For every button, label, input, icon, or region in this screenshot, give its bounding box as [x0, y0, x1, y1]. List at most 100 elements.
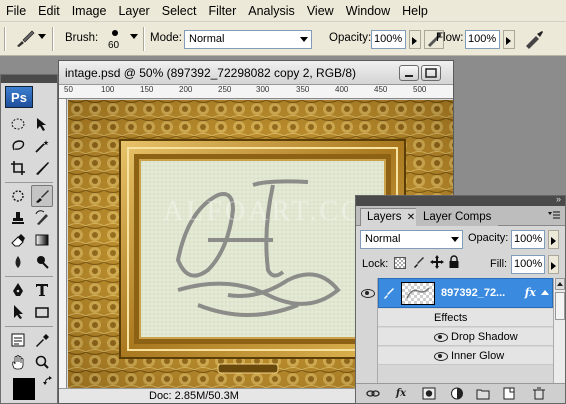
effects-header-row[interactable]: Effects: [378, 309, 553, 327]
brush-picker-dropdown-icon[interactable]: [130, 34, 138, 39]
brush-preview-icon[interactable]: [108, 26, 122, 40]
history-brush-icon[interactable]: [31, 207, 53, 229]
brush-tool-icon[interactable]: [31, 185, 53, 207]
menu-image[interactable]: Image: [66, 0, 113, 22]
type-tool-icon[interactable]: [31, 279, 53, 301]
fill-input[interactable]: 100%: [511, 255, 545, 274]
link-layers-icon[interactable]: [366, 387, 380, 400]
move-tool-icon[interactable]: [31, 113, 53, 135]
eye-icon[interactable]: [360, 288, 376, 298]
fill-value: 100%: [514, 258, 543, 270]
options-bar: Brush: 60 Mode: Normal Opacity: 100% Flo…: [0, 22, 566, 56]
layer-thumbnail[interactable]: [401, 282, 435, 305]
zoom-tool-icon[interactable]: [31, 351, 53, 373]
layers-scrollbar[interactable]: [553, 278, 565, 384]
add-mask-icon[interactable]: [422, 387, 436, 400]
ruler-label: 350: [296, 85, 310, 94]
path-selection-icon[interactable]: [7, 301, 29, 323]
pen-tool-icon[interactable]: [7, 279, 29, 301]
eraser-tool-icon[interactable]: [7, 229, 29, 251]
menu-file[interactable]: File: [0, 0, 32, 22]
photoshop-logo[interactable]: Ps: [5, 86, 33, 108]
foreground-color-swatch[interactable]: [13, 378, 35, 400]
healing-brush-icon[interactable]: [7, 185, 29, 207]
marquee-tool-icon[interactable]: [7, 113, 29, 135]
panel-menu-icon[interactable]: [547, 210, 561, 222]
menu-window[interactable]: Window: [340, 0, 396, 22]
flow-slider-button[interactable]: [503, 30, 515, 49]
maximize-button[interactable]: [421, 65, 441, 81]
ruler-label: 200: [179, 85, 193, 94]
effect-row-inner-glow[interactable]: Inner Glow: [378, 347, 553, 365]
adjustment-layer-icon[interactable]: [450, 387, 464, 400]
menu-filter[interactable]: Filter: [202, 0, 242, 22]
document-titlebar[interactable]: intage.psd @ 50% (897392_72298082 copy 2…: [59, 61, 453, 85]
ruler-label: 500: [413, 85, 427, 94]
layer-name[interactable]: 897392_72...: [441, 287, 505, 299]
menu-edit[interactable]: Edit: [32, 0, 66, 22]
clone-stamp-icon[interactable]: [7, 207, 29, 229]
lock-label: Lock:: [362, 258, 389, 270]
blend-mode-select[interactable]: Normal: [360, 230, 463, 249]
mode-select[interactable]: Normal: [184, 30, 312, 49]
menu-analysis[interactable]: Analysis: [242, 0, 301, 22]
vertical-ruler: [59, 99, 67, 389]
close-icon[interactable]: ✕: [407, 212, 415, 223]
eye-icon[interactable]: [433, 351, 449, 361]
collapse-effects-icon[interactable]: [541, 290, 549, 295]
magic-wand-icon[interactable]: [31, 135, 53, 157]
lock-pixels-icon[interactable]: [412, 255, 426, 269]
ruler-label: 100: [101, 85, 115, 94]
document-title: intage.psd @ 50% (897392_72298082 copy 2…: [65, 66, 357, 80]
tab-layers[interactable]: Layers ✕: [360, 208, 423, 226]
tab-layer-comps[interactable]: Layer Comps: [416, 208, 499, 226]
swap-colors-icon[interactable]: [43, 376, 53, 386]
effect-row-drop-shadow[interactable]: Drop Shadow: [378, 328, 553, 346]
minimize-button[interactable]: [399, 65, 419, 81]
airbrush-toggle-icon[interactable]: [522, 28, 546, 50]
layer-fx-badge[interactable]: fx: [525, 286, 536, 299]
crop-tool-icon[interactable]: [7, 157, 29, 179]
eye-icon[interactable]: [433, 332, 449, 342]
delete-layer-icon[interactable]: [532, 387, 546, 400]
notes-tool-icon[interactable]: [7, 329, 29, 351]
blur-tool-icon[interactable]: [7, 251, 29, 273]
chevron-down-icon: [300, 37, 308, 42]
lock-all-icon[interactable]: [448, 255, 460, 269]
layers-panel-footer: fx: [356, 383, 565, 403]
preset-dropdown-icon[interactable]: [38, 34, 46, 39]
collapse-panel-icon[interactable]: »: [556, 194, 561, 204]
panel-grip[interactable]: »: [356, 194, 565, 206]
gradient-tool-icon[interactable]: [31, 229, 53, 251]
opacity-slider-button[interactable]: [409, 30, 421, 49]
scroll-thumb[interactable]: [555, 292, 565, 320]
brush-tool-preset-icon[interactable]: [14, 29, 36, 49]
scroll-up-button[interactable]: [555, 278, 565, 290]
hand-tool-icon[interactable]: [7, 351, 29, 373]
fill-slider-button[interactable]: [548, 255, 559, 274]
eyedropper-icon[interactable]: [31, 329, 53, 351]
tools-grip[interactable]: [1, 75, 57, 83]
menu-select[interactable]: Select: [156, 0, 203, 22]
flow-input[interactable]: 100%: [465, 30, 500, 49]
menu-view[interactable]: View: [301, 0, 340, 22]
lock-position-icon[interactable]: [430, 255, 444, 269]
tools-separator: [5, 326, 53, 327]
lock-transparency-icon[interactable]: [394, 257, 406, 269]
layer-row-selected[interactable]: 897392_72... fx: [378, 278, 553, 308]
effect-inner-glow-label: Inner Glow: [451, 350, 505, 362]
lasso-tool-icon[interactable]: [7, 135, 29, 157]
opacity-input[interactable]: 100%: [371, 30, 406, 49]
layer-opacity-input[interactable]: 100%: [511, 230, 545, 249]
new-layer-icon[interactable]: [502, 387, 516, 400]
menu-layer[interactable]: Layer: [112, 0, 155, 22]
dodge-tool-icon[interactable]: [31, 251, 53, 273]
new-group-icon[interactable]: [476, 387, 490, 400]
menu-help[interactable]: Help: [396, 0, 434, 22]
brush-label: Brush:: [65, 32, 99, 44]
add-layer-style-icon[interactable]: fx: [394, 387, 408, 400]
layer-opacity-slider-button[interactable]: [548, 230, 559, 249]
ruler-label: 250: [218, 85, 232, 94]
slice-tool-icon[interactable]: [31, 157, 53, 179]
rectangle-tool-icon[interactable]: [31, 301, 53, 323]
